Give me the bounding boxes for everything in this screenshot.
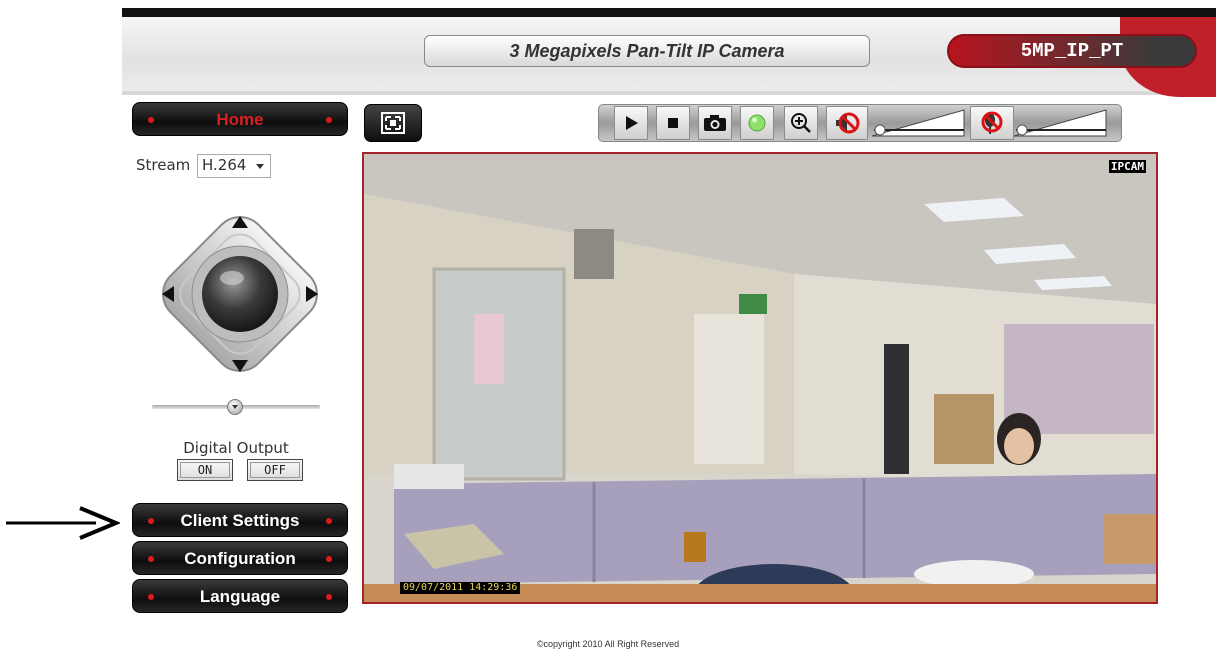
digital-output-off-button[interactable]: OFF <box>247 459 303 481</box>
header-top-bar <box>122 8 1216 17</box>
osd-camera-label: IPCAM <box>1108 160 1146 173</box>
model-name: 5MP_IP_PT <box>947 34 1197 68</box>
digital-output-on-button[interactable]: ON <box>177 459 233 481</box>
bullet-icon <box>148 518 154 524</box>
record-status-icon <box>748 114 766 132</box>
osd-timestamp: 09/07/2011 14:29:36 <box>400 582 521 594</box>
configuration-label: Configuration <box>184 549 296 568</box>
snapshot-icon <box>704 115 726 131</box>
stream-label: Stream <box>136 156 191 174</box>
bullet-icon <box>326 518 332 524</box>
on-label: ON <box>197 463 213 477</box>
language-label: Language <box>199 587 281 606</box>
ptz-control[interactable] <box>150 204 330 384</box>
play-icon <box>626 116 638 130</box>
off-label: OFF <box>264 463 286 477</box>
bullet-icon <box>326 556 332 562</box>
play-button[interactable] <box>614 106 648 140</box>
home-button[interactable]: Home <box>132 102 348 136</box>
microphone-mute-button[interactable] <box>970 106 1014 140</box>
bullet-icon <box>148 117 154 123</box>
camera-feed-image <box>364 154 1156 602</box>
page-title: 3 Megapixels Pan-Tilt IP Camera <box>424 35 870 67</box>
bullet-icon <box>326 117 332 123</box>
stop-button[interactable] <box>656 106 690 140</box>
home-button-label: Home <box>216 110 264 129</box>
bullet-icon <box>148 594 154 600</box>
configuration-button[interactable]: Configuration <box>132 541 348 575</box>
live-video-view[interactable]: IPCAM 09/07/2011 14:29:36 <box>362 152 1158 604</box>
speed-slider-handle[interactable] <box>227 399 243 415</box>
stream-select[interactable]: H.264 <box>197 154 271 178</box>
bullet-icon <box>326 594 332 600</box>
bullet-icon <box>148 556 154 562</box>
copyright-text: ©copyright 2010 All Right Reserved <box>536 639 680 649</box>
speaker-mute-button[interactable] <box>826 106 868 140</box>
client-settings-label: Client Settings <box>180 511 300 530</box>
snapshot-button[interactable] <box>698 106 732 140</box>
stop-icon <box>668 118 678 128</box>
fullscreen-icon <box>381 112 405 134</box>
microphone-mute-icon <box>981 111 1003 134</box>
record-status-button[interactable] <box>740 106 774 140</box>
zoom-in-icon <box>791 113 811 133</box>
client-settings-button[interactable]: Client Settings <box>132 503 348 537</box>
digital-output-label: Digital Output <box>183 439 289 457</box>
pointer-arrow-icon <box>6 506 120 540</box>
stream-select-value: H.264 <box>202 156 247 174</box>
language-button[interactable]: Language <box>132 579 348 613</box>
fullscreen-button[interactable] <box>364 104 422 142</box>
zoom-in-button[interactable] <box>784 106 818 140</box>
speaker-mute-icon <box>836 112 860 134</box>
chevron-down-icon <box>256 164 264 169</box>
speaker-volume-slider[interactable] <box>870 108 966 138</box>
microphone-volume-slider[interactable] <box>1012 108 1108 138</box>
